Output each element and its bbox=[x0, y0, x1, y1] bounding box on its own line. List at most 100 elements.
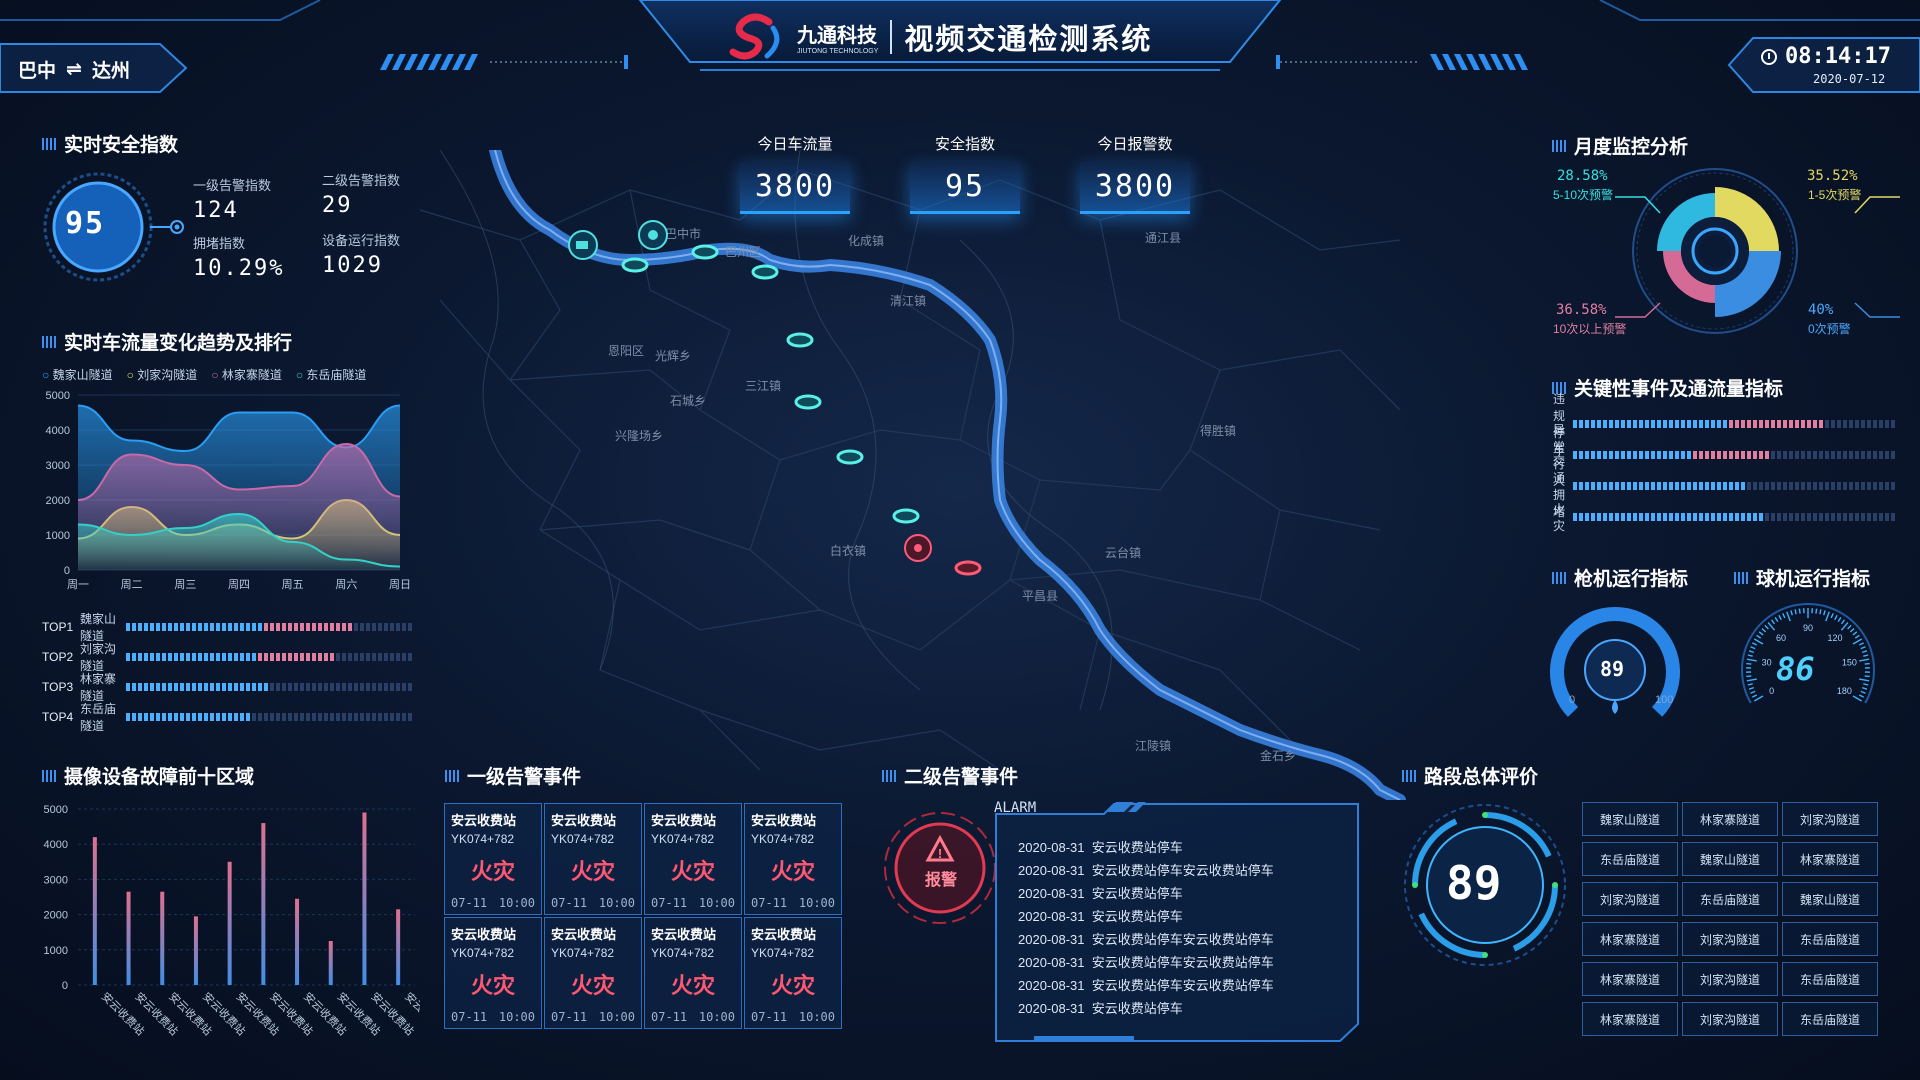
road-grid-cell[interactable]: 刘家沟隧道 bbox=[1682, 962, 1778, 996]
alarm-card[interactable]: 安云收费站 YK074+782 火灾 07-11 10:00 bbox=[744, 803, 842, 915]
route-node[interactable] bbox=[836, 449, 864, 465]
alarm-card[interactable]: 安云收费站 YK074+782 火灾 07-11 10:00 bbox=[644, 917, 742, 1029]
route-node[interactable] bbox=[751, 264, 779, 280]
road-grid-cell[interactable]: 林家寨隧道 bbox=[1782, 842, 1878, 876]
bar-segment bbox=[258, 683, 262, 691]
alarm2-row[interactable]: 2020-08-31 安云收费站停车安云收费站停车 bbox=[1018, 974, 1274, 997]
bar-segment bbox=[162, 653, 166, 661]
alarm2-row[interactable]: 2020-08-31 安云收费站停车 bbox=[1018, 882, 1274, 905]
bar[interactable] bbox=[261, 823, 266, 985]
route-map[interactable]: 巴中市 巴州区 恩阳区 平昌县 通江县 化成镇 清江镇 三江镇 石城乡 江陵镇 … bbox=[400, 150, 1420, 800]
alarm-card[interactable]: 安云收费站 YK074+782 火灾 07-11 10:00 bbox=[544, 803, 642, 915]
alarm2-row[interactable]: 2020-08-31 安云收费站停车 bbox=[1018, 905, 1274, 928]
map-markers[interactable] bbox=[568, 220, 982, 576]
alarm-station: 安云收费站 bbox=[651, 927, 717, 942]
road-grid-cell[interactable]: 刘家沟隧道 bbox=[1582, 882, 1678, 916]
road-grid-cell[interactable]: 林家寨隧道 bbox=[1582, 922, 1678, 956]
bar-segment bbox=[204, 623, 208, 631]
alarm-node[interactable] bbox=[954, 560, 982, 576]
bar[interactable] bbox=[92, 837, 97, 985]
alarm-card[interactable]: 安云收费站 YK074+782 火灾 07-11 10:00 bbox=[644, 803, 742, 915]
road-grid-cell[interactable]: 林家寨隧道 bbox=[1582, 962, 1678, 996]
legend-item[interactable]: ○ 魏家山隧道 bbox=[42, 366, 113, 383]
road-grid-cell[interactable]: 东岳庙隧道 bbox=[1582, 842, 1678, 876]
alarm2-row[interactable]: 2020-08-31 安云收费站停车 bbox=[1018, 836, 1274, 859]
bar[interactable] bbox=[396, 909, 401, 985]
bar-segment bbox=[258, 653, 262, 661]
bar-segment bbox=[324, 683, 328, 691]
bar-segment bbox=[156, 713, 160, 721]
bar-segment bbox=[1693, 481, 1698, 490]
bar-segment bbox=[1579, 450, 1584, 459]
road-grid-cell[interactable]: 刘家沟隧道 bbox=[1682, 922, 1778, 956]
road-grid-cell[interactable]: 魏家山隧道 bbox=[1782, 882, 1878, 916]
legend-item[interactable]: ○ 东岳庙隧道 bbox=[296, 366, 367, 383]
route-node[interactable] bbox=[691, 244, 719, 260]
alarm-marker[interactable] bbox=[904, 534, 932, 562]
alarm-date: 07-11 bbox=[551, 1010, 588, 1024]
legend-item[interactable]: ○ 刘家沟隧道 bbox=[127, 366, 198, 383]
bar-segment bbox=[1879, 419, 1884, 428]
alarm2-row[interactable]: 2020-08-31 安云收费站停车 bbox=[1018, 997, 1274, 1020]
road-grid-cell[interactable]: 东岳庙隧道 bbox=[1782, 922, 1878, 956]
route-node[interactable] bbox=[621, 257, 649, 273]
alarm2-row[interactable]: 2020-08-31 安云收费站停车安云收费站停车 bbox=[1018, 951, 1274, 974]
alarm2-row[interactable]: 2020-08-31 安云收费站停车安云收费站停车 bbox=[1018, 928, 1274, 951]
gauge-tick bbox=[1753, 695, 1764, 702]
alarm-datetime: 07-11 10:00 bbox=[551, 896, 635, 910]
rank-bar bbox=[126, 683, 412, 691]
bar[interactable] bbox=[160, 891, 165, 985]
bar-segment bbox=[1573, 481, 1578, 490]
rank-name: 东岳庙隧道 bbox=[80, 702, 117, 733]
bar-segment bbox=[1831, 512, 1836, 521]
route-node[interactable] bbox=[892, 508, 920, 524]
section-bars-icon bbox=[1552, 571, 1566, 584]
camera-marker[interactable] bbox=[638, 220, 668, 250]
route-selector[interactable]: 巴中 ⇌ 达州 bbox=[0, 42, 190, 94]
alarm-card[interactable]: 安云收费站 YK074+782 火灾 07-11 10:00 bbox=[444, 803, 542, 915]
alarm2-row[interactable]: 2020-08-31 安云收费站停车安云收费站停车 bbox=[1018, 859, 1274, 882]
road-grid-cell[interactable]: 魏家山隧道 bbox=[1682, 842, 1778, 876]
devices-section-title: 摄像设备故障前十区域 bbox=[42, 762, 254, 789]
monthly-l4: 0次预警 bbox=[1808, 322, 1851, 336]
bar[interactable] bbox=[126, 891, 131, 985]
bar-segment bbox=[1849, 419, 1854, 428]
alarm-badge[interactable]: 报警 bbox=[925, 866, 957, 890]
bar-segment bbox=[234, 623, 238, 631]
alarm2-date: 2020-08-31 bbox=[1018, 978, 1085, 993]
road-grid-cell[interactable]: 刘家沟隧道 bbox=[1782, 802, 1878, 836]
kpi-alarms[interactable]: 今日报警数 3800 bbox=[1080, 133, 1190, 214]
alarm-card[interactable]: 安云收费站 YK074+782 火灾 07-11 10:00 bbox=[544, 917, 642, 1029]
bar-segment bbox=[1741, 512, 1746, 521]
bar-segment bbox=[1801, 481, 1806, 490]
road-grid-cell[interactable]: 东岳庙隧道 bbox=[1782, 1002, 1878, 1036]
gauge-tick bbox=[1758, 631, 1764, 636]
road-grid-cell[interactable]: 东岳庙隧道 bbox=[1782, 962, 1878, 996]
kpi-safety[interactable]: 安全指数 95 bbox=[910, 133, 1020, 214]
road-grid-cell[interactable]: 刘家沟隧道 bbox=[1682, 1002, 1778, 1036]
bar[interactable] bbox=[295, 898, 300, 985]
camera-marker[interactable] bbox=[568, 230, 598, 260]
road-grid-cell[interactable]: 林家寨隧道 bbox=[1582, 1002, 1678, 1036]
route-node[interactable] bbox=[786, 332, 814, 348]
bar[interactable] bbox=[328, 941, 333, 985]
bar-segment bbox=[1747, 512, 1752, 521]
bar[interactable] bbox=[227, 861, 232, 985]
road-grid-cell[interactable]: 林家寨隧道 bbox=[1682, 802, 1778, 836]
alarm-km: YK074+782 bbox=[651, 832, 715, 846]
kpi-flow[interactable]: 今日车流量 3800 bbox=[740, 133, 850, 214]
bar-segment bbox=[342, 623, 346, 631]
road-grid-cell[interactable]: 东岳庙隧道 bbox=[1682, 882, 1778, 916]
route-node[interactable] bbox=[794, 394, 822, 410]
alarm-card[interactable]: 安云收费站 YK074+782 火灾 07-11 10:00 bbox=[444, 917, 542, 1029]
bar[interactable] bbox=[193, 916, 198, 985]
bar[interactable] bbox=[362, 812, 367, 985]
bar-segment bbox=[240, 713, 244, 721]
gauge-tick-label: 90 bbox=[1803, 623, 1813, 633]
alarm-card[interactable]: 安云收费站 YK074+782 火灾 07-11 10:00 bbox=[744, 917, 842, 1029]
swap-arrows-icon[interactable]: ⇌ bbox=[66, 58, 82, 81]
legend-item[interactable]: ○ 林家寨隧道 bbox=[211, 366, 282, 383]
x-tick-label: 周四 bbox=[228, 578, 250, 591]
bar-segment bbox=[1699, 512, 1704, 521]
road-grid-cell[interactable]: 魏家山隧道 bbox=[1582, 802, 1678, 836]
